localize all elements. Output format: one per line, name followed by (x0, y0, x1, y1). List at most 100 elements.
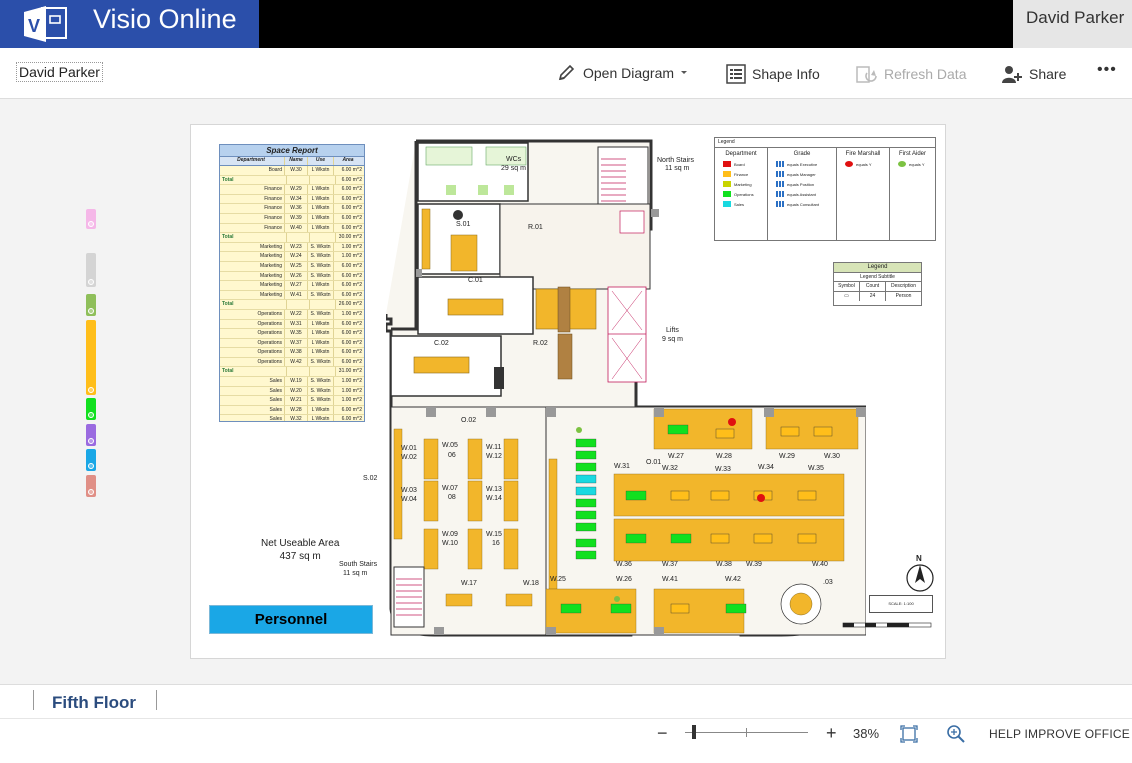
table-cell: 6.00 m^2 (341, 205, 362, 212)
table-cell: W.29 (285, 185, 308, 194)
table-row: Total 30.00 m^2 (220, 233, 364, 243)
net-useable-area-value: 437 sq m (279, 551, 321, 562)
layer-toggle-icon[interactable] (88, 387, 94, 393)
layer-toggle-icon[interactable] (88, 438, 94, 444)
layer-bar[interactable] (86, 424, 96, 446)
layer-bar[interactable] (86, 320, 96, 395)
svg-text:V: V (28, 16, 40, 36)
legend[interactable]: Legend Department Board Finance Marketing O… (714, 137, 936, 241)
grade-label: equals Consultant (787, 201, 820, 207)
table-cell: L Wkstn (308, 338, 334, 348)
open-diagram-button[interactable]: Open Diagram (557, 64, 688, 82)
table-cell: 1.00 m^2 (341, 397, 362, 404)
table-cell: W.20 (285, 386, 308, 396)
label-w11: W.11 (486, 444, 502, 451)
layer-bar[interactable] (86, 398, 96, 420)
zoom-level[interactable]: 38% (853, 726, 879, 741)
layer-bar[interactable] (86, 449, 96, 471)
tab-fifth-floor[interactable]: Fifth Floor (52, 693, 136, 713)
table-cell: W.40 (285, 223, 308, 233)
department-swatch (723, 191, 731, 197)
zoom-magnifier-icon[interactable] (946, 724, 966, 744)
table-row: Sales W.21 S. Wkstn 1.00 m^2 (220, 396, 364, 406)
visio-logo-icon: V (24, 6, 67, 42)
table-cell: 1.00 m^2 (341, 387, 362, 394)
layer-toggle-icon[interactable] (88, 221, 94, 227)
diagram-canvas[interactable]: Space Report Department Name Use Area Bo… (0, 99, 1132, 684)
table-row: Operations W.31 L Wkstn 6.00 m^2 (220, 319, 364, 330)
table-row: Finance W.36 L Wkstn 6.00 m^2 (220, 204, 364, 214)
document-owner-link[interactable]: David Parker (16, 62, 103, 82)
layer-toggle-icon[interactable] (88, 412, 94, 418)
label-w41: W.41 (662, 576, 678, 583)
table-cell: L Wkstn (308, 281, 334, 290)
table-cell: S. Wkstn (308, 386, 334, 396)
label-w35: W.35 (808, 465, 824, 472)
label-w17: W.17 (461, 580, 477, 587)
table-cell: L Wkstn (308, 213, 334, 223)
table-cell: 6.00 m^2 (341, 282, 362, 289)
label-r02: R.02 (533, 340, 548, 347)
table-cell (287, 233, 310, 242)
department-swatch (723, 181, 731, 187)
layer-bar[interactable] (86, 294, 96, 316)
label-r01: R.01 (528, 224, 543, 231)
label-w37: W.37 (662, 561, 678, 568)
legend2-header-row: Symbol Count Description (834, 282, 921, 292)
grade-label: equals Position (787, 181, 815, 187)
user-account-button[interactable]: David Parker (1013, 0, 1132, 48)
layer-bar[interactable] (86, 475, 96, 497)
table-cell: Total (220, 175, 287, 185)
first-aider-label: equals Y (909, 161, 925, 167)
header-use: Use (308, 157, 334, 165)
table-cell: L Wkstn (308, 204, 334, 213)
layer-bar[interactable] (86, 209, 96, 229)
table-cell: W.39 (285, 213, 308, 223)
label-w05: W.05 (442, 442, 458, 449)
diagram-page[interactable]: Space Report Department Name Use Area Bo… (190, 124, 946, 659)
table-cell: 6.00 m^2 (341, 176, 362, 183)
layer-toggle-icon[interactable] (88, 489, 94, 495)
table-row: Marketing W.26 S. Wkstn 6.00 m^2 (220, 271, 364, 282)
label-w08: 08 (448, 494, 456, 501)
table-row: Total 26.00 m^2 (220, 300, 364, 310)
layer-toggle-icon[interactable] (88, 279, 94, 285)
north-label: N (916, 554, 922, 563)
table-cell: Sales (220, 386, 285, 396)
personnel-button[interactable]: Personnel (209, 605, 373, 634)
space-report-rows: Board W.30 L Wkstn 6.00 m^2 Total 6.00 m^2 Fin… (220, 166, 364, 422)
table-cell: L Wkstn (308, 405, 334, 415)
shape-info-button[interactable]: Shape Info (726, 64, 820, 84)
help-improve-office-link[interactable]: HELP IMPROVE OFFICE (989, 727, 1130, 741)
zoom-in-button[interactable]: + (826, 723, 837, 744)
table-cell: L Wkstn (308, 415, 334, 421)
space-report-table[interactable]: Space Report Department Name Use Area Bo… (219, 144, 365, 422)
brand-area[interactable]: V Visio Online (0, 0, 259, 48)
legend-count[interactable]: Legend Legend Subtitle Symbol Count Desc… (833, 262, 922, 306)
layer-toggle-icon[interactable] (88, 308, 94, 314)
refresh-data-button[interactable]: Refresh Data (856, 64, 966, 84)
fit-page-icon[interactable] (900, 725, 918, 743)
table-cell: S. Wkstn (308, 357, 334, 367)
zoom-slider-thumb[interactable] (691, 725, 696, 739)
user-name: David Parker (1026, 8, 1125, 27)
layer-bar[interactable] (86, 253, 96, 287)
first-aider-icon (898, 161, 906, 167)
table-cell: Sales (220, 377, 285, 386)
table-cell: 6.00 m^2 (341, 416, 362, 422)
layer-toggle-icon[interactable] (88, 463, 94, 469)
share-button[interactable]: Share (1001, 64, 1066, 84)
label-north-stairs-area: 11 sq m (665, 165, 690, 172)
grade-label: equals Executive (787, 161, 818, 167)
table-cell: Total (220, 367, 287, 377)
grade-icon (776, 191, 784, 197)
table-cell: Marketing (220, 242, 285, 252)
label-w01: W.01 (401, 445, 417, 452)
label-w34: W.34 (758, 464, 774, 471)
table-cell: Marketing (220, 252, 285, 261)
table-cell: L Wkstn (308, 319, 334, 329)
table-cell: Marketing (220, 261, 285, 271)
more-options-button[interactable]: ••• (1097, 61, 1117, 79)
zoom-out-button[interactable]: − (657, 723, 668, 744)
table-cell: 1.00 m^2 (341, 243, 362, 250)
